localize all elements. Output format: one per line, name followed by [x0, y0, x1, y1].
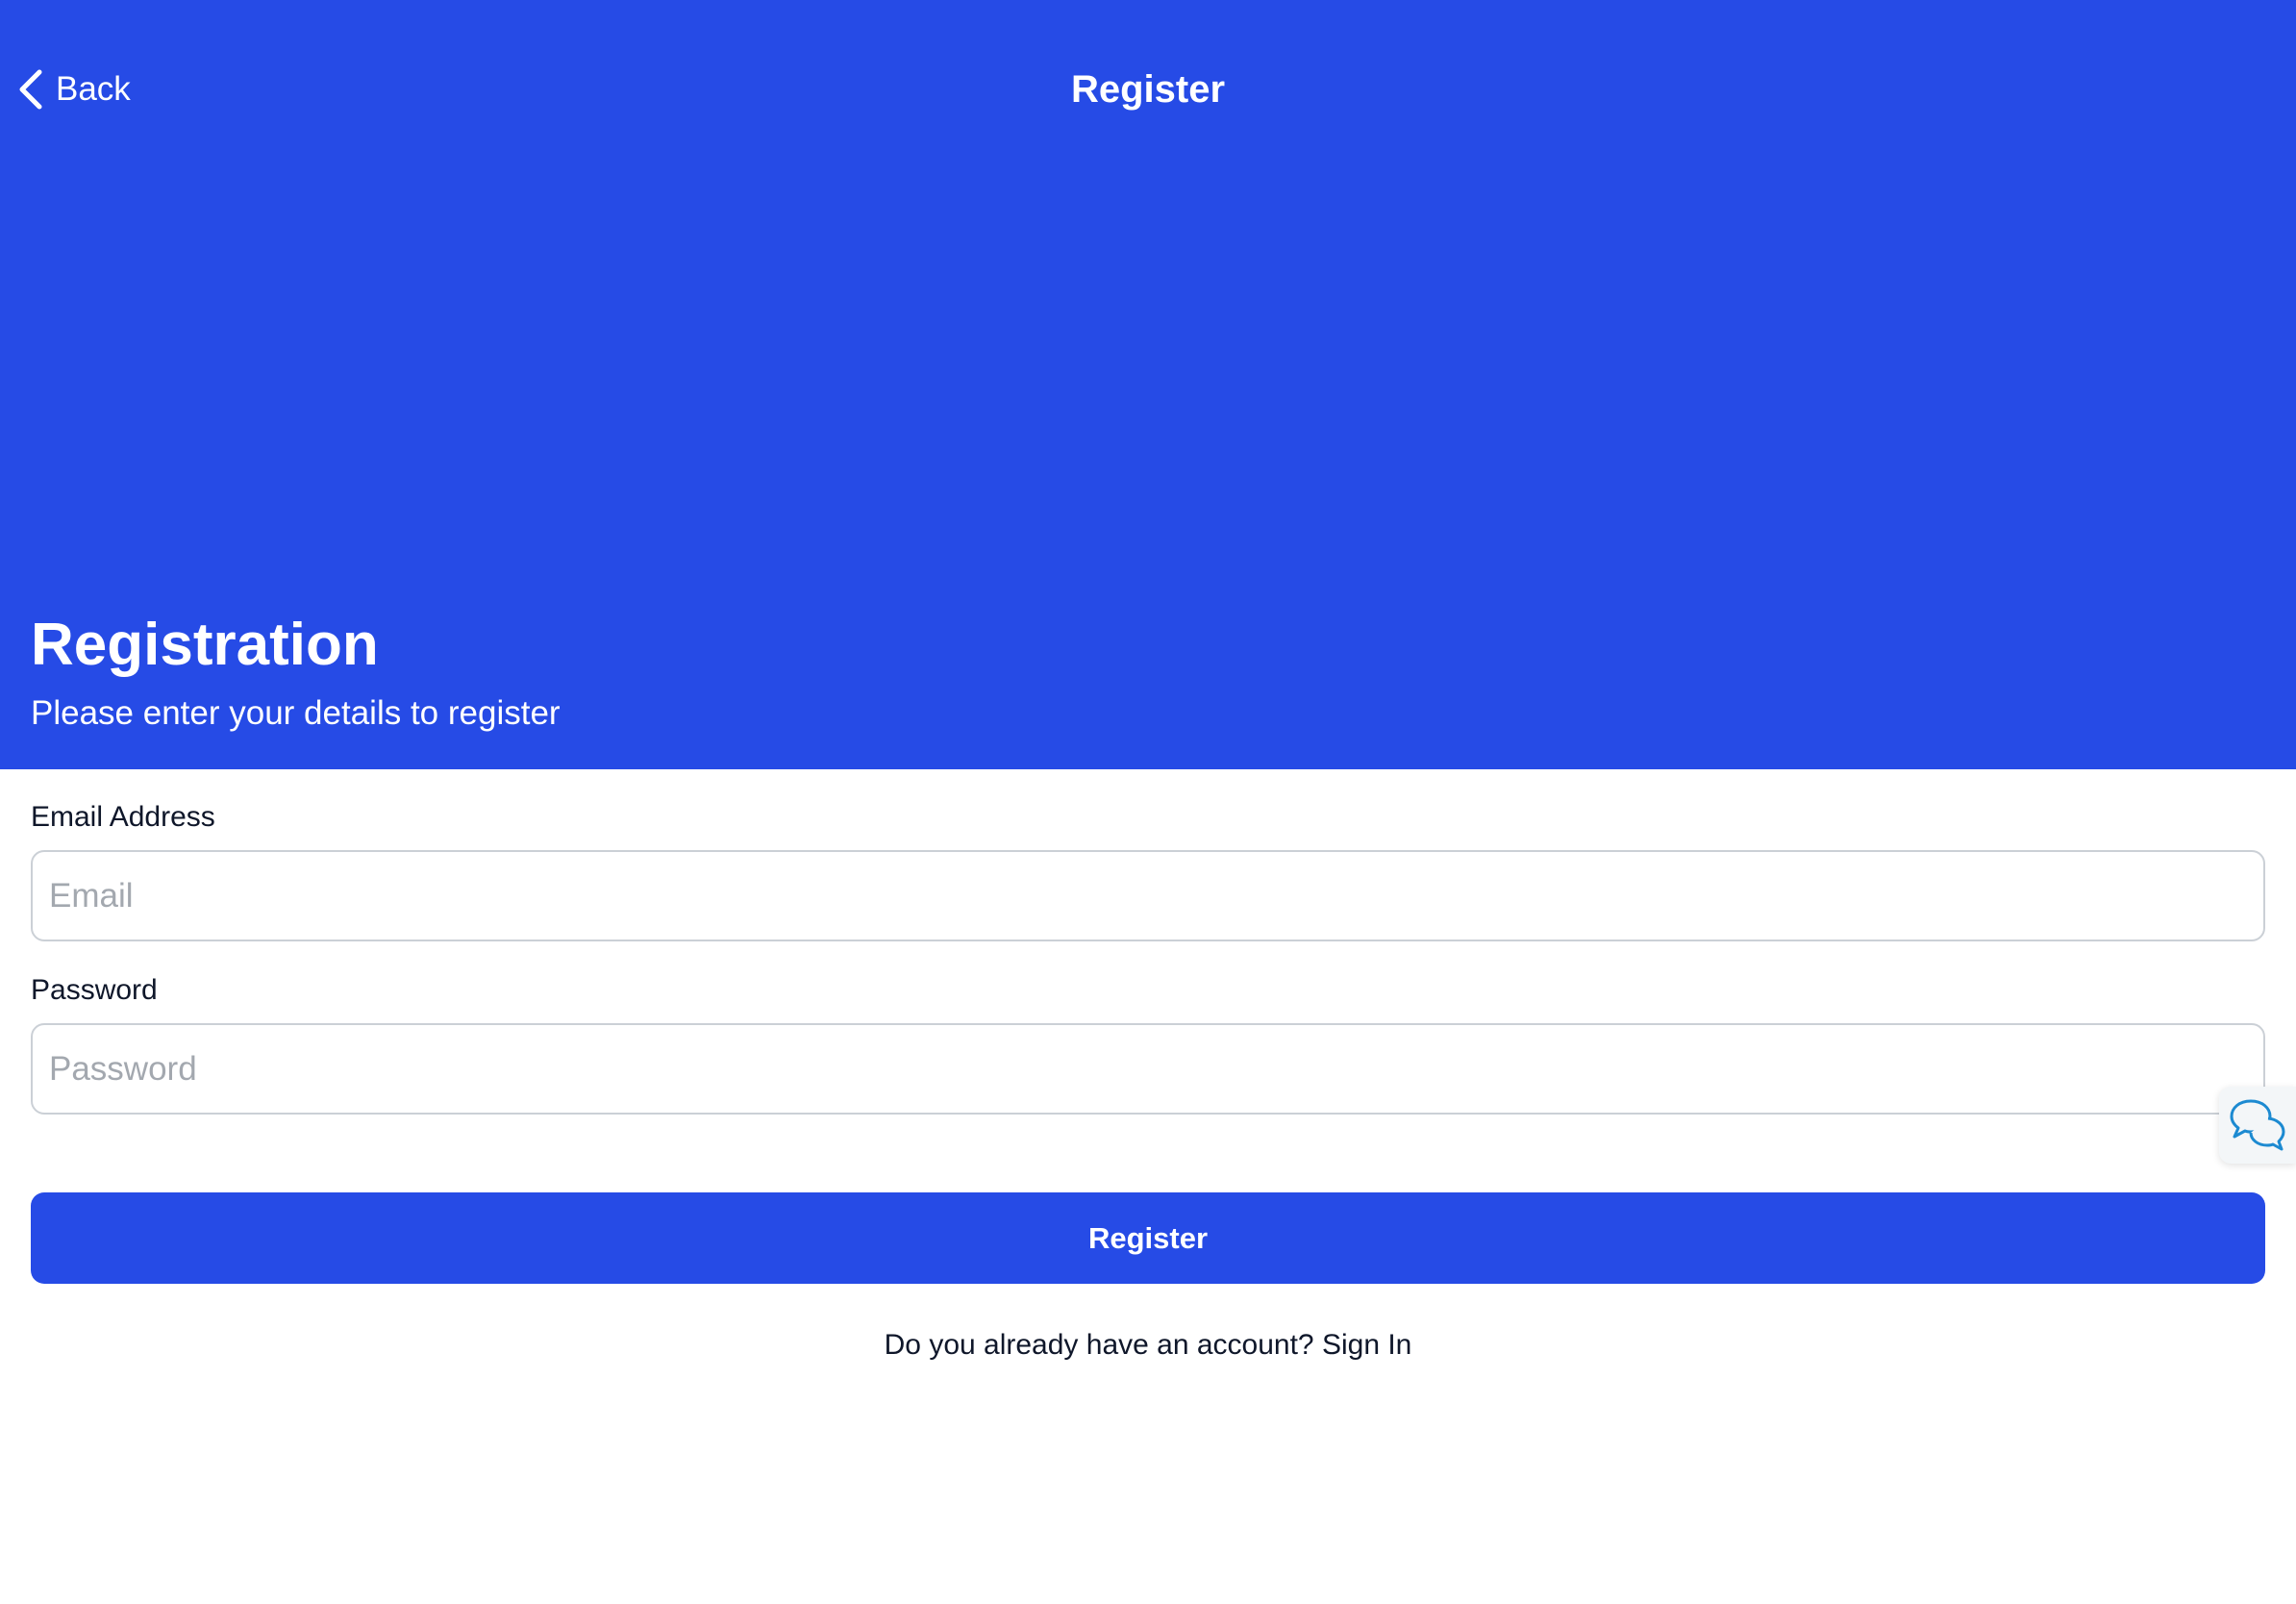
page-title: Registration [31, 612, 379, 678]
nav-title: Register [1070, 68, 1226, 111]
email-field-container [31, 850, 2265, 941]
register-button[interactable]: Register [31, 1192, 2265, 1284]
signin-row: Do you already have an account? Sign In [0, 1325, 2296, 1366]
chat-widget-button[interactable] [2219, 1087, 2296, 1164]
chat-bubbles-icon [2230, 1099, 2285, 1151]
password-field[interactable] [49, 1049, 2263, 1089]
email-field[interactable] [49, 876, 2263, 915]
signin-prompt: Do you already have an account? [884, 1329, 1314, 1361]
password-field-container [31, 1023, 2265, 1115]
hero-header: Back Register Registration Please enter … [0, 0, 2296, 769]
page-subtitle: Please enter your details to register [31, 694, 561, 732]
email-label: Email Address [31, 801, 215, 833]
signin-link[interactable]: Sign In [1322, 1329, 1411, 1361]
password-label: Password [31, 974, 158, 1006]
register-screen: Back Register Registration Please enter … [0, 0, 2296, 1604]
